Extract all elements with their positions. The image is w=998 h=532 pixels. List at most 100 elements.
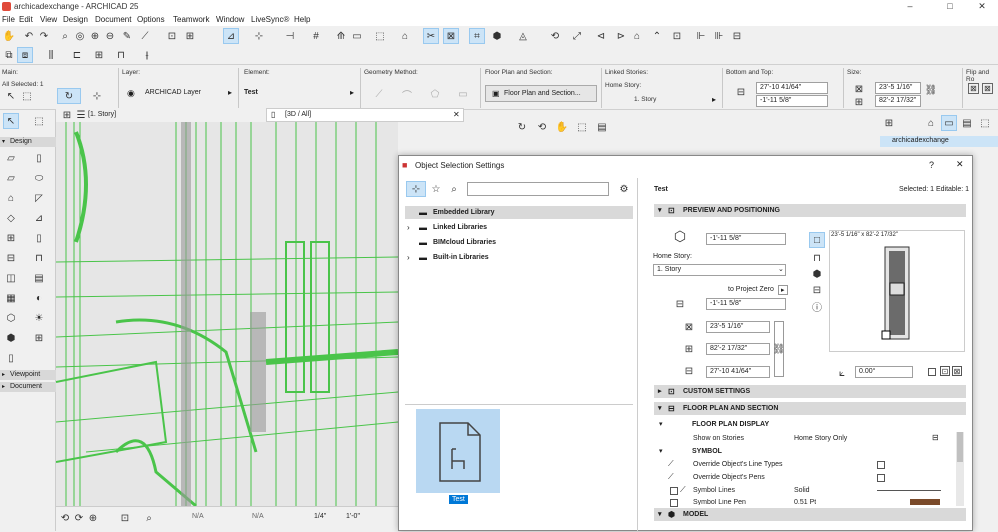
width-field[interactable]: 23'-5 1/16" <box>706 321 770 333</box>
undo-icon[interactable]: ↶ <box>22 29 36 43</box>
railing-tool-icon[interactable]: ⫲ <box>140 48 154 62</box>
favorites-icon[interactable]: ☆ <box>429 182 443 196</box>
grid-element-icon[interactable]: ⊞ <box>32 332 46 344</box>
refresh-icon[interactable]: ↻ <box>515 120 529 134</box>
morph-icon[interactable]: ⬡ <box>4 312 18 324</box>
navigator-icon[interactable]: ⊞ <box>882 116 896 130</box>
preview-side-icon[interactable]: ⊓ <box>810 251 824 265</box>
door-icon[interactable]: ▯ <box>32 232 46 244</box>
view-map-icon[interactable]: ▭ <box>941 115 957 131</box>
menu-livesync[interactable]: LiveSync® <box>251 15 289 24</box>
tab-close-icon[interactable]: ✕ <box>453 110 460 119</box>
project-map-icon[interactable]: ⌂ <box>924 116 938 130</box>
orbit-view-icon[interactable]: ⟲ <box>535 120 549 134</box>
section-preview-positioning[interactable]: ▾ ⊡ PREVIEW AND POSITIONING <box>654 204 966 217</box>
trim-icon[interactable]: ✂ <box>423 28 439 44</box>
symbol-line-pen-value[interactable]: 0.51 Pt <box>794 499 816 505</box>
search-input[interactable] <box>467 182 609 196</box>
top-elevation-field[interactable]: 27'-10 41/64" <box>756 82 828 94</box>
rotate-icon[interactable]: ⟲ <box>548 29 562 43</box>
layer-dropdown-icon[interactable]: ▸ <box>228 88 232 97</box>
object-thumbnail[interactable] <box>416 409 500 493</box>
wall-icon[interactable]: ▱ <box>4 152 18 164</box>
section-floor-plan-section[interactable]: ▾ ⊟ FLOOR PLAN AND SECTION <box>654 402 966 415</box>
snap-guides-icon[interactable]: ⊿ <box>223 28 239 44</box>
object-elevation-field[interactable]: -1'-11 5/8" <box>706 233 786 245</box>
override-line-types-checkbox[interactable] <box>877 461 885 469</box>
mirror-icon[interactable]: ⊡ <box>940 366 950 376</box>
zoom-out-icon[interactable]: ⊖ <box>103 29 117 43</box>
depth-field[interactable]: 82'-2 17/32" <box>706 343 770 355</box>
object-type-filter-icon[interactable]: ⊹ <box>406 181 426 197</box>
zoom-view-icon[interactable]: ⊕ <box>86 511 100 525</box>
rotation-angle-field[interactable]: 0.00° <box>855 366 913 378</box>
guide-lines-icon[interactable]: ⊣ <box>283 29 297 43</box>
stair-icon[interactable]: ⊿ <box>32 212 46 224</box>
elevation-ref-dropdown-icon[interactable]: ▸ <box>778 285 788 295</box>
menu-document[interactable]: Document <box>95 15 131 24</box>
layout-book-icon[interactable]: ▤ <box>960 116 974 130</box>
chain-icon[interactable]: ⛓ <box>924 83 938 97</box>
column-icon[interactable]: ▯ <box>32 152 46 164</box>
curtain-wall-tool-icon[interactable]: ⊞ <box>4 232 18 244</box>
railing-icon[interactable]: ⊓ <box>32 252 46 264</box>
width-field[interactable]: 23'-5 1/16" <box>875 82 921 94</box>
height-field[interactable]: 27'-10 41/64" <box>706 366 770 378</box>
symbol-lines-checkbox[interactable] <box>670 487 678 495</box>
window-icon[interactable]: ⊟ <box>4 252 18 264</box>
arrow-select-icon[interactable]: ↖ <box>3 113 19 129</box>
flip-checkbox-icon[interactable]: ⊠ <box>982 83 993 94</box>
door-tool-icon[interactable]: ⊏ <box>70 48 84 62</box>
tree-item-embedded[interactable]: ▬ Embedded Library <box>405 206 633 219</box>
layer-icon[interactable]: ⧉ <box>2 48 16 62</box>
override-pens-checkbox[interactable] <box>877 474 885 482</box>
explode-icon[interactable]: ⊡ <box>670 29 684 43</box>
tab-3d-all[interactable]: ▯ [3D / All] ✕ <box>266 108 464 122</box>
design-header[interactable]: ▾ Design <box>0 137 56 147</box>
menu-teamwork[interactable]: Teamwork <box>173 15 209 24</box>
lamp-icon[interactable]: ◐ <box>32 292 46 304</box>
arrow-tool-icon[interactable]: ↖ <box>4 89 18 103</box>
redo-icon[interactable]: ↷ <box>37 29 51 43</box>
pen-color-swatch[interactable] <box>910 499 940 505</box>
find-select-icon[interactable]: ⌕ <box>58 29 72 43</box>
scrollbar-thumb[interactable] <box>957 432 963 462</box>
expand-arrow-icon[interactable]: › <box>407 253 410 262</box>
tab-grid-icon[interactable]: ⊞ <box>60 108 74 122</box>
home-story-dropdown-icon[interactable]: ▸ <box>712 95 716 104</box>
pet-palette-2-icon[interactable]: ⊞ <box>183 29 197 43</box>
flip-icon[interactable]: ⊠ <box>952 366 962 376</box>
floor-plan-section-button[interactable]: ▣ Floor Plan and Section... <box>485 85 597 102</box>
object-type-icon[interactable]: ⊹ <box>86 89 108 103</box>
menu-window[interactable]: Window <box>216 15 244 24</box>
publisher-icon[interactable]: ⬚ <box>978 116 992 130</box>
symbol-lines-value[interactable]: Solid <box>794 487 810 494</box>
rotate-selection-icon[interactable]: ↻ <box>57 88 81 104</box>
menu-view[interactable]: View <box>40 15 57 24</box>
redo-view-icon[interactable]: ⟳ <box>72 511 86 525</box>
roof-icon[interactable]: ⌃ <box>650 29 664 43</box>
tab-list-icon[interactable]: ☰ <box>74 108 88 122</box>
zoom-tool-icon[interactable]: ⌕ <box>142 511 156 525</box>
preview-plan-icon[interactable]: □ <box>809 232 825 248</box>
search-icon[interactable]: ⌕ <box>447 182 461 196</box>
menu-help[interactable]: Help <box>294 15 310 24</box>
preview-3d-icon[interactable]: ⬢ <box>810 267 824 281</box>
auto-group-icon[interactable]: ⊠ <box>443 28 459 44</box>
scale-value[interactable]: 1/4" <box>314 513 326 520</box>
viewpoint-header[interactable]: ▸ Viewpoint <box>0 370 56 380</box>
dialog-close-button[interactable]: ✕ <box>956 159 964 170</box>
object-icon[interactable]: ◫ <box>4 272 18 284</box>
hand-view-icon[interactable]: ✋ <box>555 120 569 134</box>
pen-set-icon[interactable]: ⧈ <box>17 47 33 63</box>
home-story-value[interactable]: 1. Story <box>634 96 656 103</box>
suspend-icon[interactable]: ⌗ <box>469 28 485 44</box>
cursor-snap-icon[interactable]: ⌂ <box>398 29 412 43</box>
orbit-icon[interactable]: ◎ <box>73 29 87 43</box>
cube-icon[interactable]: ⬢ <box>4 332 18 344</box>
chain-link-icon[interactable]: ⛓ <box>773 342 786 356</box>
relative-construction-icon[interactable]: ⟰ <box>334 29 348 43</box>
eyedropper-icon[interactable]: ✎ <box>120 29 134 43</box>
settings-gear-icon[interactable]: ⚙ <box>615 182 633 196</box>
section-model[interactable]: ▾ ⬢ MODEL <box>654 508 966 521</box>
